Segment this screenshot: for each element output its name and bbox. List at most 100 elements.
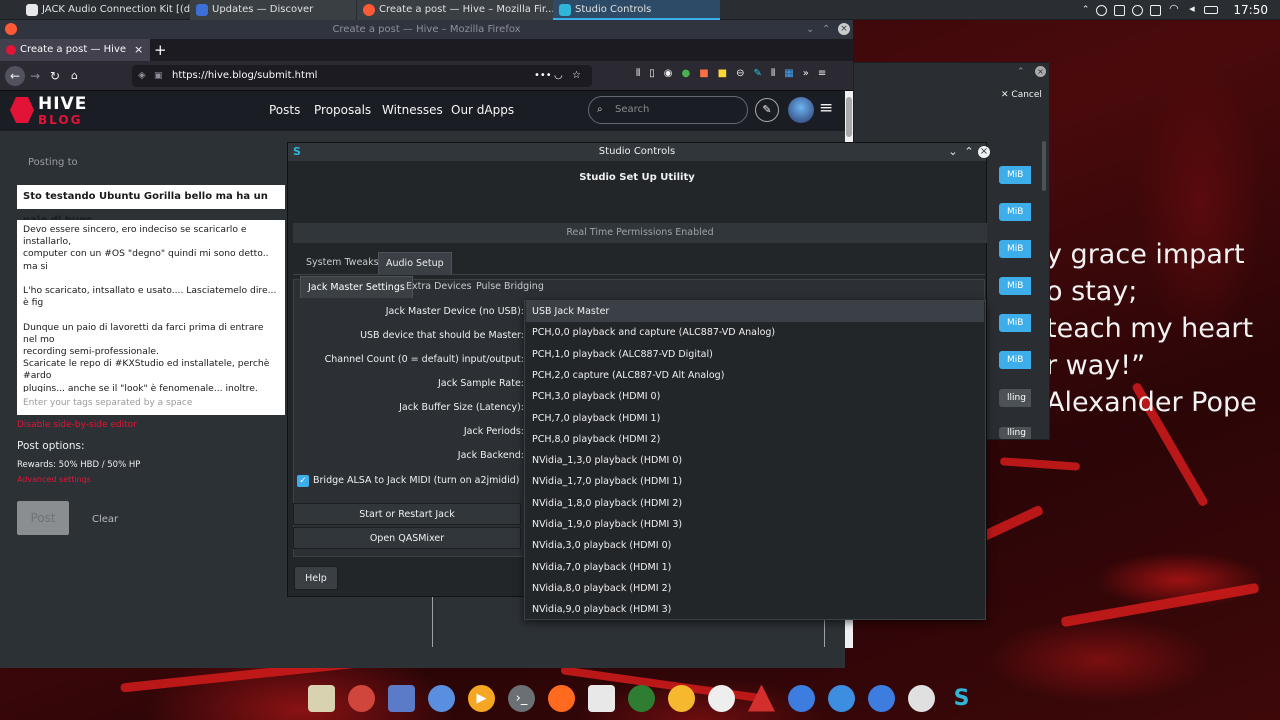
- maximize-icon[interactable]: ⌃: [822, 20, 830, 39]
- close-icon[interactable]: ×: [978, 146, 990, 158]
- tab-close-icon[interactable]: ×: [134, 39, 143, 61]
- dropdown-option[interactable]: PCH,3,0 playback (HDMI 0): [526, 386, 984, 407]
- tab-create-post[interactable]: Create a post — Hive ×: [0, 39, 150, 61]
- logo-text[interactable]: HIVE: [38, 94, 87, 114]
- home-icon[interactable]: ⌂: [71, 66, 78, 86]
- nav-our-dapps[interactable]: Our dApps: [451, 103, 514, 117]
- avatar[interactable]: [788, 97, 814, 123]
- minimize-icon[interactable]: ⌄: [947, 146, 959, 158]
- pen-icon[interactable]: [708, 684, 735, 712]
- globe-icon[interactable]: [628, 684, 655, 712]
- menu-icon[interactable]: ≡: [818, 68, 826, 79]
- dropdown-option[interactable]: NVidia_1,8,0 playback (HDMI 2): [526, 493, 984, 514]
- close-icon[interactable]: ×: [838, 23, 850, 35]
- studio-icon[interactable]: S: [948, 685, 975, 712]
- chevron-up-icon[interactable]: ⌃: [1017, 67, 1025, 77]
- hive-logo-icon[interactable]: [10, 97, 34, 123]
- paint-icon[interactable]: [388, 684, 415, 712]
- nav-proposals[interactable]: Proposals: [314, 103, 371, 117]
- scrollbar-thumb[interactable]: [1042, 141, 1046, 191]
- close-icon[interactable]: ×: [1035, 66, 1046, 77]
- clipboard-icon[interactable]: [1114, 4, 1126, 16]
- library-icon[interactable]: ⫴: [636, 68, 640, 79]
- post-body-textarea[interactable]: Devo essere sincero, ero indeciso se sca…: [17, 220, 285, 405]
- subtab-extra-devices[interactable]: Extra Devices: [399, 276, 479, 298]
- bookmark-star-icon[interactable]: ☆: [572, 65, 581, 87]
- photos-icon[interactable]: [588, 684, 615, 712]
- book-icon[interactable]: [348, 684, 375, 712]
- overflow-icon[interactable]: »: [803, 68, 809, 79]
- extension-icon[interactable]: ⊖: [736, 68, 744, 79]
- moon-icon[interactable]: [668, 684, 695, 712]
- hamburger-menu-icon[interactable]: ≡: [819, 98, 833, 118]
- task-discover[interactable]: Updates — Discover: [190, 0, 356, 20]
- dropdown-option[interactable]: NVidia_1,3,0 playback (HDMI 0): [526, 450, 984, 471]
- triangle-icon[interactable]: [748, 684, 775, 712]
- media-icon[interactable]: ▶: [468, 684, 495, 712]
- clock[interactable]: 17:50: [1233, 3, 1268, 17]
- back-icon[interactable]: ←: [5, 66, 25, 86]
- dropdown-option[interactable]: PCH,2,0 capture (ALC887-VD Alt Analog): [526, 365, 984, 386]
- lock-icon[interactable]: ▣: [154, 65, 163, 87]
- minimize-icon[interactable]: ⌄: [806, 20, 814, 39]
- edit-icon[interactable]: ✎: [755, 98, 779, 122]
- bag-icon[interactable]: [868, 684, 895, 712]
- task-studio-controls[interactable]: Studio Controls: [553, 0, 720, 20]
- task-jack[interactable]: JACK Audio Connection Kit [(defau...: [20, 0, 190, 20]
- nav-witnesses[interactable]: Witnesses: [382, 103, 443, 117]
- post-title-input[interactable]: Sto testando Ubuntu Gorilla bello ma ha …: [17, 185, 285, 226]
- url-bar[interactable]: ◈ ▣ https://hive.blog/submit.html ••• ◡ …: [132, 65, 592, 87]
- store-icon[interactable]: [788, 684, 815, 712]
- task-firefox[interactable]: Create a post — Hive – Mozilla Fir...: [357, 0, 553, 20]
- start-jack-button[interactable]: Start or Restart Jack: [293, 503, 521, 525]
- new-tab-button[interactable]: +: [154, 39, 167, 61]
- bridge-midi-checkbox[interactable]: ✓: [297, 475, 309, 487]
- terminal-icon[interactable]: ›_: [508, 684, 535, 712]
- open-qasmixer-button[interactable]: Open QASMixer: [293, 527, 521, 549]
- forward-icon[interactable]: →: [30, 66, 40, 86]
- disable-editor-link[interactable]: Disable side-by-side editor: [17, 420, 137, 430]
- dropdown-option[interactable]: NVidia,7,0 playback (HDMI 1): [526, 557, 984, 578]
- battery-icon[interactable]: [1204, 6, 1219, 14]
- window-titlebar[interactable]: S Studio Controls ⌄ ⌃ ×: [288, 143, 990, 161]
- folder-icon[interactable]: [828, 684, 855, 712]
- logo-subtext[interactable]: BLOG: [38, 113, 82, 127]
- page-actions-icon[interactable]: •••: [534, 65, 552, 87]
- dropdown-option[interactable]: NVidia,9,0 playback (HDMI 3): [526, 599, 984, 620]
- dropdown-option[interactable]: NVidia,3,0 playback (HDMI 0): [526, 535, 984, 556]
- extension-icon[interactable]: ⦀: [771, 68, 775, 79]
- discord-icon[interactable]: [428, 684, 455, 712]
- extension-icon[interactable]: ■: [718, 68, 727, 79]
- tags-input[interactable]: Enter your tags separated by a space: [17, 392, 285, 415]
- jack-master-device-dropdown[interactable]: USB Jack Master PCH,0,0 playback and cap…: [524, 300, 986, 620]
- sidebar-icon[interactable]: ▯: [649, 68, 655, 79]
- dropdown-option[interactable]: PCH,1,0 playback (ALC887-VD Digital): [526, 344, 984, 365]
- dropdown-option[interactable]: PCH,8,0 playback (HDMI 2): [526, 429, 984, 450]
- dropdown-option[interactable]: USB Jack Master: [526, 301, 984, 323]
- help-button[interactable]: Help: [294, 566, 338, 590]
- dropdown-option[interactable]: NVidia_1,9,0 playback (HDMI 3): [526, 514, 984, 535]
- volume-icon[interactable]: ◂: [1186, 3, 1197, 16]
- extension-icon[interactable]: ■: [699, 68, 708, 79]
- maximize-icon[interactable]: ⌃: [963, 146, 975, 158]
- subtab-jack-master-settings[interactable]: Jack Master Settings: [300, 276, 413, 298]
- obs-icon[interactable]: [908, 684, 935, 712]
- wifi-icon[interactable]: ◠: [1168, 3, 1179, 16]
- reload-icon[interactable]: ↻: [50, 66, 60, 86]
- kde-connect-icon[interactable]: [1132, 4, 1144, 16]
- scrollbar-thumb[interactable]: [846, 97, 852, 137]
- shield-icon[interactable]: ◈: [138, 65, 146, 87]
- tab-audio-setup[interactable]: Audio Setup: [378, 252, 452, 274]
- advanced-settings-link[interactable]: Advanced settings: [17, 475, 91, 484]
- nav-posts[interactable]: Posts: [269, 103, 300, 117]
- dropdown-option[interactable]: NVidia,8,0 playback (HDMI 2): [526, 578, 984, 599]
- brush-icon[interactable]: [308, 684, 335, 712]
- window-titlebar[interactable]: Create a post — Hive – Mozilla Firefox ⌄…: [0, 20, 853, 39]
- dropdown-option[interactable]: PCH,0,0 playback and capture (ALC887-VD …: [526, 322, 984, 343]
- updates-icon[interactable]: [1150, 4, 1162, 16]
- cancel-button[interactable]: ✕ Cancel: [1001, 90, 1042, 100]
- search-input[interactable]: ⌕ Search: [588, 96, 748, 124]
- dropdown-option[interactable]: NVidia_1,7,0 playback (HDMI 1): [526, 471, 984, 492]
- tab-system-tweaks[interactable]: System Tweaks: [299, 252, 386, 274]
- firefox-icon[interactable]: [548, 684, 575, 712]
